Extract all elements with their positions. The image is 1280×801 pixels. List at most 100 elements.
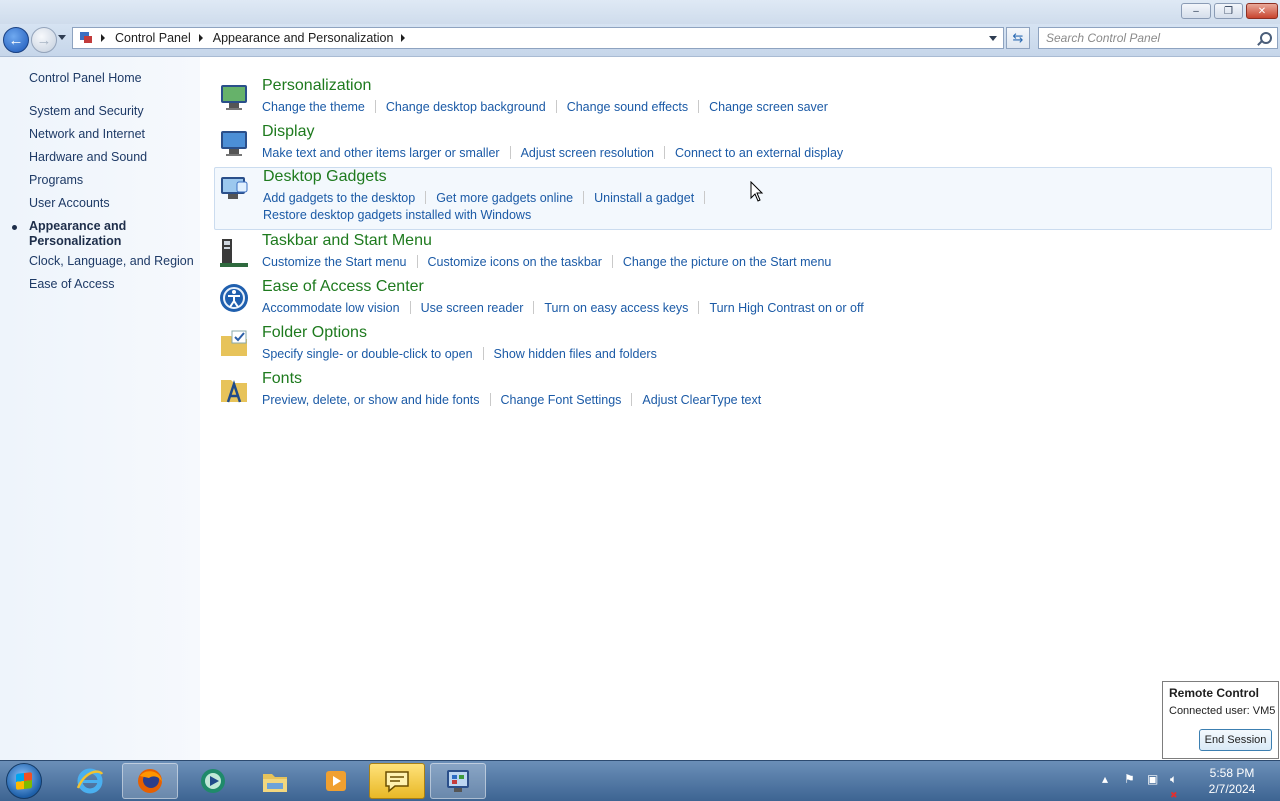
search-input[interactable]: Search Control Panel [1038, 27, 1278, 49]
link-low-vision[interactable]: Accommodate low vision [262, 301, 400, 315]
mouse-cursor-icon [750, 181, 764, 202]
close-button[interactable]: ✕ [1246, 3, 1278, 19]
personalization-icon[interactable] [218, 81, 250, 113]
link-show-hidden-files[interactable]: Show hidden files and folders [494, 347, 657, 361]
taskbar-chat[interactable] [369, 763, 425, 799]
category-taskbar: Taskbar and Start Menu Customize the Sta… [214, 232, 1270, 272]
link-cleartype[interactable]: Adjust ClearType text [642, 393, 761, 407]
taskbar-internet-explorer[interactable] [62, 763, 118, 799]
firefox-icon [138, 769, 162, 793]
category-title-desktop-gadgets[interactable]: Desktop Gadgets [263, 168, 387, 186]
link-easy-access-keys[interactable]: Turn on easy access keys [544, 301, 688, 315]
link-separator [409, 301, 411, 314]
remote-control-panel: Remote Control Connected user: VM5 End S… [1162, 681, 1279, 759]
link-restore-gadgets[interactable]: Restore desktop gadgets installed with W… [263, 208, 531, 222]
link-external-display[interactable]: Connect to an external display [675, 146, 843, 160]
display-icon[interactable] [218, 127, 250, 159]
taskbar-media-player[interactable] [185, 763, 241, 799]
category-title-personalization[interactable]: Personalization [262, 77, 371, 95]
clock[interactable]: 5:58 PM 2/7/2024 [1200, 765, 1264, 797]
taskbar-file-explorer[interactable] [247, 763, 303, 799]
volume-muted-icon[interactable]: 🔈︎✖ [1170, 772, 1178, 801]
sidebar-item-clock-language[interactable]: Clock, Language, and Region [29, 254, 194, 268]
end-session-button[interactable]: End Session [1199, 729, 1272, 751]
breadcrumb-chevron-icon[interactable] [101, 34, 105, 42]
taskbar-control-panel[interactable] [430, 763, 486, 799]
category-desktop-gadgets: Desktop Gadgets Add gadgets to the deskt… [214, 167, 1272, 230]
recent-pages-dropdown[interactable] [58, 35, 66, 40]
category-title-folder-options[interactable]: Folder Options [262, 324, 367, 342]
back-button[interactable]: ← [3, 27, 29, 53]
link-change-theme[interactable]: Change the theme [262, 100, 365, 114]
category-links: Specify single- or double-click to open S… [262, 346, 902, 363]
link-text-size[interactable]: Make text and other items larger or smal… [262, 146, 500, 160]
taskbar-firefox[interactable] [122, 763, 178, 799]
folder-options-icon[interactable] [218, 328, 250, 360]
link-high-contrast[interactable]: Turn High Contrast on or off [709, 301, 863, 315]
link-screen-resolution[interactable]: Adjust screen resolution [521, 146, 654, 160]
gadgets-icon[interactable] [219, 172, 251, 204]
start-button[interactable] [6, 763, 42, 799]
media-player-icon [201, 769, 225, 793]
category-folder-options: Folder Options Specify single- or double… [214, 324, 1270, 364]
link-customize-start-menu[interactable]: Customize the Start menu [262, 255, 407, 269]
forward-arrow-icon: → [36, 31, 52, 49]
link-start-menu-picture[interactable]: Change the picture on the Start menu [623, 255, 831, 269]
action-center-flag-icon[interactable]: ⚑ [1124, 772, 1135, 786]
category-title-ease-of-access[interactable]: Ease of Access Center [262, 278, 424, 296]
category-title-taskbar[interactable]: Taskbar and Start Menu [262, 232, 432, 250]
minimize-button[interactable]: – [1181, 3, 1211, 19]
fonts-icon[interactable] [218, 374, 250, 406]
category-ease-of-access: Ease of Access Center Accommodate low vi… [214, 278, 1270, 318]
link-change-sound-effects[interactable]: Change sound effects [567, 100, 688, 114]
link-separator [698, 100, 700, 113]
category-title-fonts[interactable]: Fonts [262, 370, 302, 388]
restore-button[interactable]: ❐ [1214, 3, 1243, 19]
link-get-more-gadgets[interactable]: Get more gadgets online [436, 191, 573, 205]
category-links: Preview, delete, or show and hide fonts C… [262, 392, 902, 409]
address-dropdown-icon[interactable] [989, 36, 997, 41]
search-icon[interactable] [1260, 32, 1272, 44]
link-change-screen-saver[interactable]: Change screen saver [709, 100, 828, 114]
remote-control-title: Remote Control [1169, 686, 1259, 700]
category-links: Accommodate low vision Use screen reader T… [262, 300, 902, 317]
link-single-double-click[interactable]: Specify single- or double-click to open [262, 347, 473, 361]
breadcrumb-control-panel[interactable]: Control Panel [115, 31, 191, 45]
link-add-gadgets[interactable]: Add gadgets to the desktop [263, 191, 415, 205]
sidebar-item-programs[interactable]: Programs [29, 173, 83, 187]
file-explorer-icon [263, 774, 287, 792]
back-arrow-icon: ← [8, 31, 24, 49]
link-customize-taskbar-icons[interactable]: Customize icons on the taskbar [428, 255, 602, 269]
breadcrumb-chevron-icon[interactable] [198, 34, 203, 42]
forward-button[interactable]: → [31, 27, 57, 53]
link-preview-fonts[interactable]: Preview, delete, or show and hide fonts [262, 393, 480, 407]
link-separator [482, 347, 484, 360]
address-bar[interactable]: Control Panel Appearance and Personaliza… [72, 27, 1004, 49]
sidebar-item-ease-of-access[interactable]: Ease of Access [29, 277, 114, 291]
refresh-button[interactable]: ⇆ [1006, 27, 1030, 49]
link-separator [425, 191, 427, 204]
sidebar-item-system-security[interactable]: System and Security [29, 104, 144, 118]
sidebar-item-user-accounts[interactable]: User Accounts [29, 196, 110, 210]
sidebar-item-label: Appearance and [29, 219, 127, 233]
sidebar-item-hardware[interactable]: Hardware and Sound [29, 150, 147, 164]
breadcrumb-appearance[interactable]: Appearance and Personalization [213, 31, 394, 45]
sidebar-item-network[interactable]: Network and Internet [29, 127, 145, 141]
ease-of-access-icon[interactable] [218, 282, 250, 314]
category-title-display[interactable]: Display [262, 123, 314, 141]
link-separator [664, 146, 665, 159]
link-screen-reader[interactable]: Use screen reader [421, 301, 524, 315]
breadcrumb-chevron-icon[interactable] [401, 34, 406, 42]
show-hidden-icons-icon[interactable]: ▴ [1102, 772, 1108, 786]
sidebar-home-link[interactable]: Control Panel Home [29, 71, 142, 85]
taskbar-video[interactable] [308, 763, 364, 799]
taskbar-icon[interactable] [218, 236, 250, 268]
sidebar-item-label: Personalization [29, 234, 122, 248]
control-panel-icon [447, 770, 469, 792]
link-change-desktop-background[interactable]: Change desktop background [386, 100, 546, 114]
link-font-settings[interactable]: Change Font Settings [501, 393, 622, 407]
link-separator [698, 301, 700, 314]
link-uninstall-gadget[interactable]: Uninstall a gadget [594, 191, 694, 205]
network-icon[interactable]: ▣ [1147, 772, 1158, 786]
sidebar-item-appearance[interactable]: Appearance and Personalization [29, 219, 126, 249]
